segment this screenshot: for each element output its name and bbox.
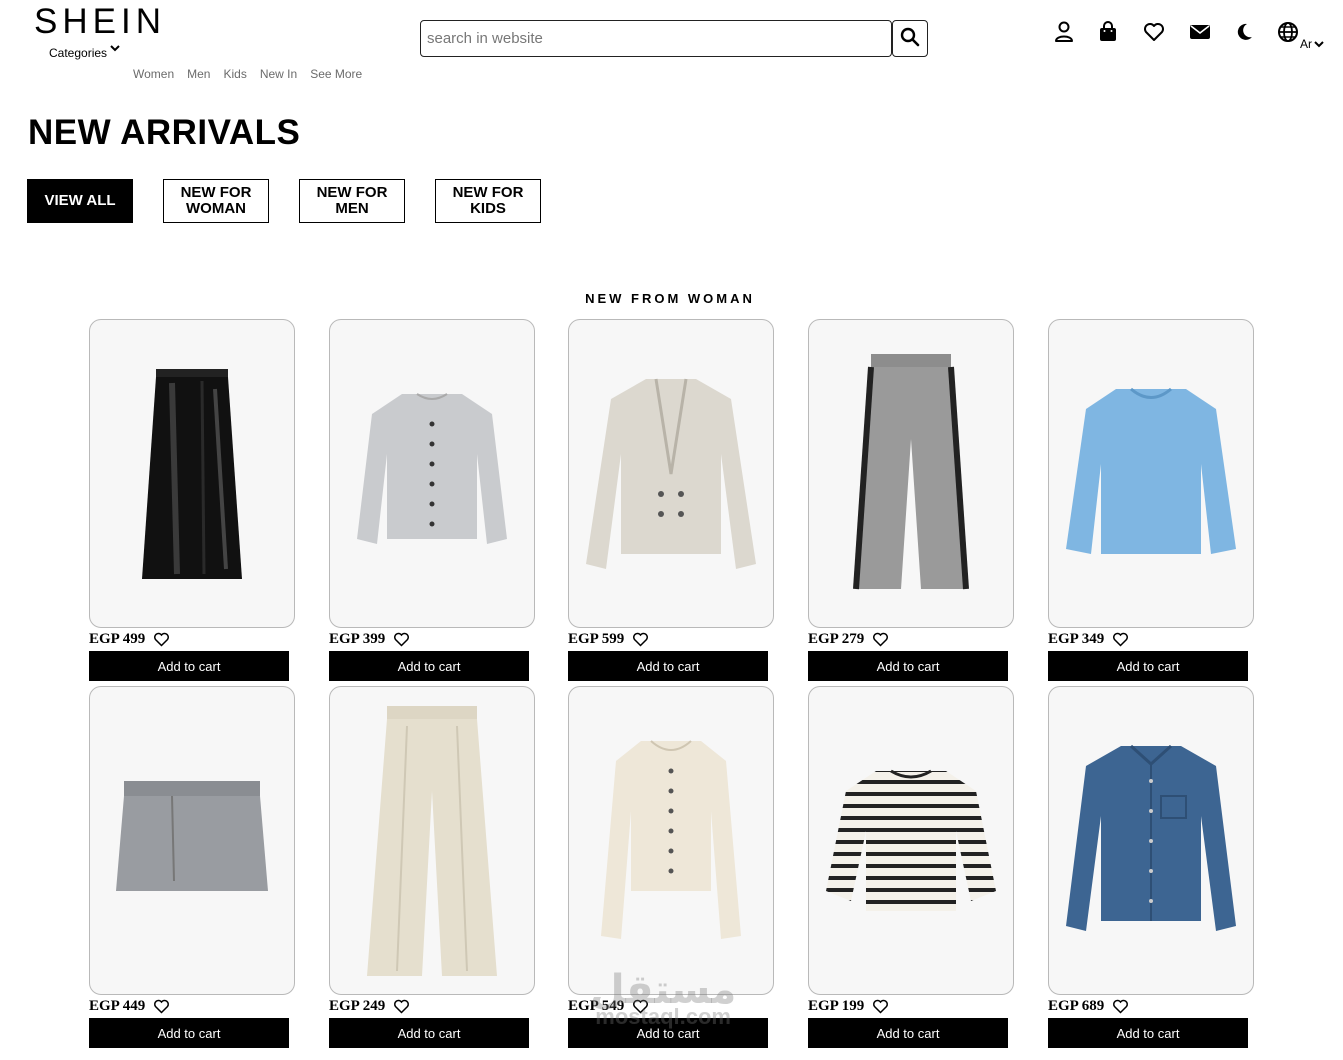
section-title: NEW FROM WOMAN (585, 291, 755, 306)
product-price: EGP 549 (568, 997, 625, 1014)
search-bar (420, 20, 928, 57)
product-card: EGP 549 Add to cart (568, 686, 774, 1048)
product-image[interactable] (808, 686, 1014, 995)
product-price: EGP 499 (89, 630, 146, 647)
heart-icon[interactable] (632, 632, 649, 647)
filter-new-for-kids[interactable]: NEW FOR KIDS (435, 179, 541, 223)
heart-icon[interactable] (393, 999, 410, 1014)
product-card: EGP 279 Add to cart (808, 319, 1014, 681)
heart-icon[interactable] (872, 999, 889, 1014)
chevron-down-icon (1314, 37, 1324, 51)
categories-dropdown[interactable]: Categories (49, 45, 120, 60)
nav-see-more[interactable]: See More (310, 67, 362, 81)
globe-icon[interactable] (1276, 20, 1300, 44)
product-price: EGP 279 (808, 630, 865, 647)
product-price: EGP 249 (329, 997, 386, 1014)
filter-new-for-woman[interactable]: NEW FOR WOMAN (163, 179, 269, 223)
product-image[interactable] (89, 319, 295, 628)
product-image[interactable] (568, 319, 774, 628)
language-label: Ar (1300, 37, 1312, 51)
heart-icon[interactable] (1142, 20, 1166, 44)
page-title: NEW ARRIVALS (28, 113, 301, 152)
add-to-cart-button[interactable]: Add to cart (329, 1018, 529, 1048)
nav-new-in[interactable]: New In (260, 67, 297, 81)
shopping-bag-icon[interactable] (1096, 20, 1120, 44)
nav-kids[interactable]: Kids (223, 67, 246, 81)
add-to-cart-button[interactable]: Add to cart (89, 651, 289, 681)
product-price: EGP 449 (89, 997, 146, 1014)
product-card: EGP 689 Add to cart (1048, 686, 1254, 1048)
language-selector[interactable]: Ar (1300, 37, 1324, 51)
product-price: EGP 689 (1048, 997, 1105, 1014)
categories-label: Categories (49, 46, 108, 60)
product-image[interactable] (329, 319, 535, 628)
filter-view-all[interactable]: VIEW ALL (27, 179, 133, 223)
product-card: EGP 349 Add to cart (1048, 319, 1254, 681)
product-image[interactable] (1048, 319, 1254, 628)
user-icon[interactable] (1052, 20, 1076, 44)
product-card: EGP 599 Add to cart (568, 319, 774, 681)
heart-icon[interactable] (1112, 999, 1129, 1014)
product-card: EGP 499 Add to cart (89, 319, 295, 681)
product-price: EGP 199 (808, 997, 865, 1014)
heart-icon[interactable] (872, 632, 889, 647)
nav-women[interactable]: Women (133, 67, 174, 81)
add-to-cart-button[interactable]: Add to cart (808, 1018, 1008, 1048)
logo[interactable]: SHEIN (34, 2, 166, 42)
product-price: EGP 349 (1048, 630, 1105, 647)
heart-icon[interactable] (393, 632, 410, 647)
add-to-cart-button[interactable]: Add to cart (1048, 1018, 1248, 1048)
filter-new-for-men[interactable]: NEW FOR MEN (299, 179, 405, 223)
product-card: EGP 249 Add to cart (329, 686, 535, 1048)
nav-men[interactable]: Men (187, 67, 210, 81)
heart-icon[interactable] (1112, 632, 1129, 647)
product-image[interactable] (89, 686, 295, 995)
product-image[interactable] (568, 686, 774, 995)
product-image[interactable] (808, 319, 1014, 628)
heart-icon[interactable] (153, 999, 170, 1014)
product-card: EGP 199 Add to cart (808, 686, 1014, 1048)
product-price: EGP 399 (329, 630, 386, 647)
moon-icon[interactable] (1232, 20, 1256, 44)
add-to-cart-button[interactable]: Add to cart (808, 651, 1008, 681)
product-price: EGP 599 (568, 630, 625, 647)
add-to-cart-button[interactable]: Add to cart (568, 1018, 768, 1048)
top-nav: Women Men Kids New In See More (133, 67, 362, 81)
search-button[interactable] (892, 20, 928, 57)
add-to-cart-button[interactable]: Add to cart (329, 651, 529, 681)
heart-icon[interactable] (153, 632, 170, 647)
product-card: EGP 449 Add to cart (89, 686, 295, 1048)
product-image[interactable] (329, 686, 535, 995)
add-to-cart-button[interactable]: Add to cart (568, 651, 768, 681)
search-input[interactable] (420, 20, 892, 57)
product-card: EGP 399 Add to cart (329, 319, 535, 681)
add-to-cart-button[interactable]: Add to cart (89, 1018, 289, 1048)
product-image[interactable] (1048, 686, 1254, 995)
search-icon (900, 27, 920, 50)
heart-icon[interactable] (632, 999, 649, 1014)
envelope-icon[interactable] (1188, 20, 1212, 44)
chevron-down-icon (110, 41, 120, 55)
add-to-cart-button[interactable]: Add to cart (1048, 651, 1248, 681)
